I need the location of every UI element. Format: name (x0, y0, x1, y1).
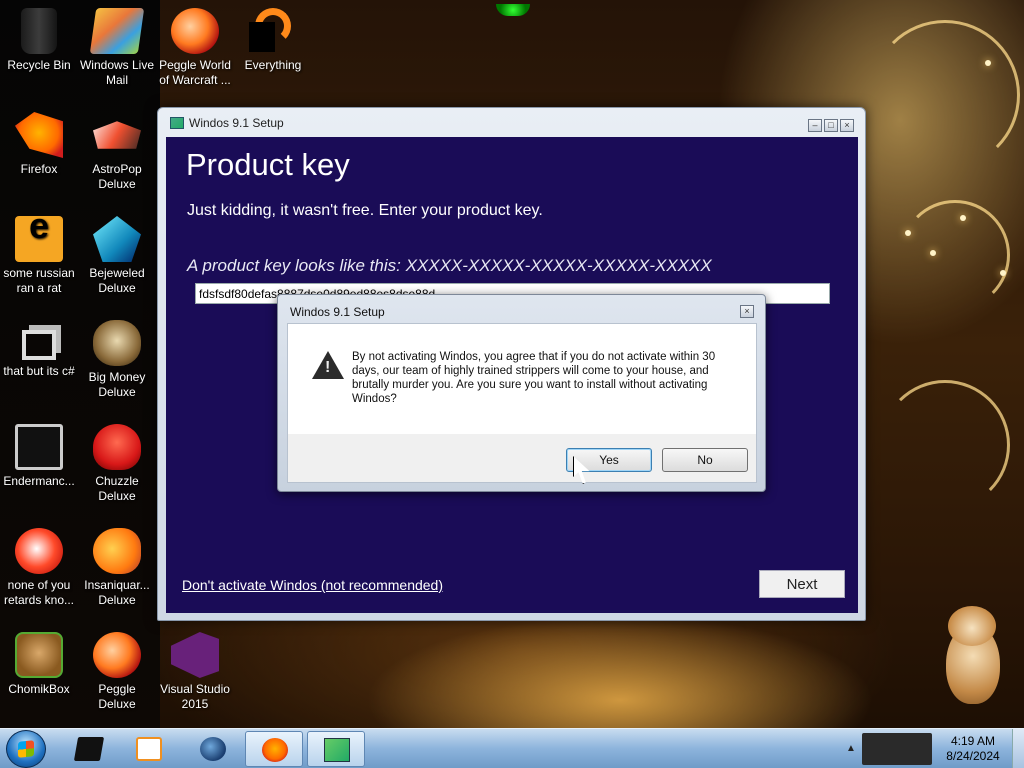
wallpaper-sparkle (960, 215, 966, 221)
hamster-gadget[interactable] (942, 606, 1004, 706)
peggle-deluxe-icon (93, 632, 141, 678)
that-but-csharp-icon (22, 330, 56, 360)
dialog-title[interactable]: Windos 9.1 Setup (290, 305, 385, 319)
desktop-icon-that-but-csharp[interactable]: that but its c# (0, 320, 78, 379)
wallpaper-sparkle (1000, 270, 1006, 276)
desktop-icon-big-money[interactable]: Big Money Deluxe (78, 320, 156, 400)
maximize-button[interactable]: □ (824, 119, 838, 132)
desktop-icon-some-russian[interactable]: some russian ran a rat (0, 216, 78, 296)
wallpaper-sparkle (905, 230, 911, 236)
taskbar: ▲ 4:19 AM 8/24/2024 (0, 728, 1024, 768)
recycle-bin-icon (21, 8, 57, 54)
astropop-icon (93, 121, 141, 149)
taskbar-button-firefox[interactable] (245, 731, 303, 767)
desktop-icon-label: AstroPop Deluxe (92, 162, 142, 191)
taskbar-button-setup[interactable] (307, 731, 365, 767)
desktop-icon-label: none of you retards kno... (3, 578, 75, 607)
page-title: Product key (186, 147, 350, 182)
dont-activate-link[interactable]: Don't activate Windos (not recommended) (182, 577, 443, 593)
clock-date: 8/24/2024 (946, 749, 1000, 763)
start-orb-icon[interactable] (6, 730, 46, 768)
desktop-icon-label: some russian ran a rat (3, 266, 75, 295)
confirm-dialog: Windos 9.1 Setup × ! By not activating W… (277, 294, 766, 492)
everything-icon (249, 8, 297, 54)
no-button[interactable]: No (662, 448, 748, 472)
tray-expand-icon[interactable]: ▲ (846, 743, 856, 754)
desktop-icon-label: Windows Live Mail (79, 58, 155, 87)
desktop-icon-chomikbox[interactable]: ChomikBox (0, 632, 78, 697)
desktop-icon-none-of-you[interactable]: none of you retards kno... (0, 528, 78, 608)
firefox-icon (15, 112, 63, 158)
windows-live-mail-icon (89, 8, 145, 54)
setup-titlebar[interactable]: Windos 9.1 Setup (158, 108, 865, 138)
setup-window-title: Windos 9.1 Setup (189, 116, 284, 130)
desktop-icon-label: ChomikBox (8, 682, 70, 696)
desktop-icon-label: Visual Studio 2015 (160, 682, 230, 711)
desktop-icon-insaniquarium[interactable]: Insaniquar... Deluxe (78, 528, 156, 608)
firefox-icon (262, 738, 288, 762)
desktop-icon-label: Endermanc... (3, 474, 75, 488)
big-money-icon (93, 320, 141, 366)
desktop-icon-astropop[interactable]: AstroPop Deluxe (78, 112, 156, 192)
dialog-body: ! By not activating Windos, you agree th… (287, 323, 757, 483)
desktop-icon-firefox[interactable]: Firefox (0, 112, 78, 177)
some-russian-icon (15, 216, 63, 262)
desktop-icon-label: Bejeweled Deluxe (89, 266, 145, 295)
insaniquarium-icon (93, 528, 141, 574)
app-icon (73, 737, 105, 761)
desktop-icon-windows-live-mail[interactable]: Windows Live Mail (78, 8, 156, 88)
desktop-icon-endermanc[interactable]: Endermanc... (0, 424, 78, 489)
taskbar-button-globe[interactable] (184, 731, 242, 767)
desktop-icon-peggle-wow[interactable]: Peggle World of Warcraft ... (156, 8, 234, 88)
desktop-icon-recycle-bin[interactable]: Recycle Bin (0, 8, 78, 73)
chuzzle-icon (93, 424, 141, 470)
desktop-icon-label: Everything (244, 58, 302, 72)
desktop-icon-everything[interactable]: Everything (234, 8, 312, 73)
bejeweled-icon (93, 216, 141, 262)
desktop-icon-chuzzle[interactable]: Chuzzle Deluxe (78, 424, 156, 504)
notification-tray[interactable] (862, 733, 932, 765)
desktop-icon-label: Firefox (20, 162, 58, 176)
desktop-icon-label: Chuzzle Deluxe (95, 474, 139, 503)
desktop-icon-visual-studio[interactable]: Visual Studio 2015 (156, 632, 234, 712)
desktop-icon-label: Big Money Deluxe (88, 370, 146, 399)
clock-time: 4:19 AM (950, 734, 996, 748)
peggle-wow-icon (171, 8, 219, 54)
desktop-icon-label: Recycle Bin (7, 58, 71, 72)
setup-icon (324, 738, 350, 762)
close-button[interactable]: × (840, 119, 854, 132)
desktop-icon-peggle-deluxe[interactable]: Peggle Deluxe (78, 632, 156, 712)
hamster-head (948, 606, 996, 646)
taskbar-clock[interactable]: 4:19 AM 8/24/2024 (940, 734, 1006, 764)
page-subtitle: Just kidding, it wasn't free. Enter your… (187, 202, 543, 219)
desktop-icon-label: Peggle World of Warcraft ... (159, 58, 231, 87)
wallpaper-swirl (870, 20, 1020, 170)
wallpaper-swirl (880, 380, 1010, 510)
desktop-icon-bejeweled[interactable]: Bejeweled Deluxe (78, 216, 156, 296)
minimize-button[interactable]: – (808, 119, 822, 132)
product-key-example: A product key looks like this: XXXXX-XXX… (187, 256, 712, 275)
show-desktop-button[interactable] (1012, 729, 1024, 768)
setup-app-icon (170, 117, 184, 129)
taskbar-button-media[interactable] (120, 731, 178, 767)
next-button[interactable]: Next (759, 570, 845, 598)
desktop-icon-label: Insaniquar... Deluxe (84, 578, 150, 607)
endermanc-icon (15, 424, 63, 470)
dialog-close-button[interactable]: × (740, 305, 754, 318)
wallpaper-sparkle (930, 250, 936, 256)
taskbar-button-app[interactable] (60, 731, 118, 767)
dialog-message: By not activating Windos, you agree that… (352, 351, 716, 405)
warning-icon: ! (312, 351, 344, 379)
visual-studio-icon (171, 632, 219, 678)
chomikbox-icon (15, 632, 63, 678)
none-of-you-icon (15, 528, 63, 574)
wallpaper-sparkle (985, 60, 991, 66)
gizmo-icon (496, 4, 530, 16)
wallpaper-swirl (900, 200, 1010, 310)
globe-icon (200, 737, 226, 761)
dialog-message-area: ! By not activating Windos, you agree th… (288, 324, 756, 434)
desktop-icon-label: Peggle Deluxe (98, 682, 136, 711)
media-player-icon (136, 737, 162, 761)
desktop-icon-label: that but its c# (3, 364, 75, 378)
